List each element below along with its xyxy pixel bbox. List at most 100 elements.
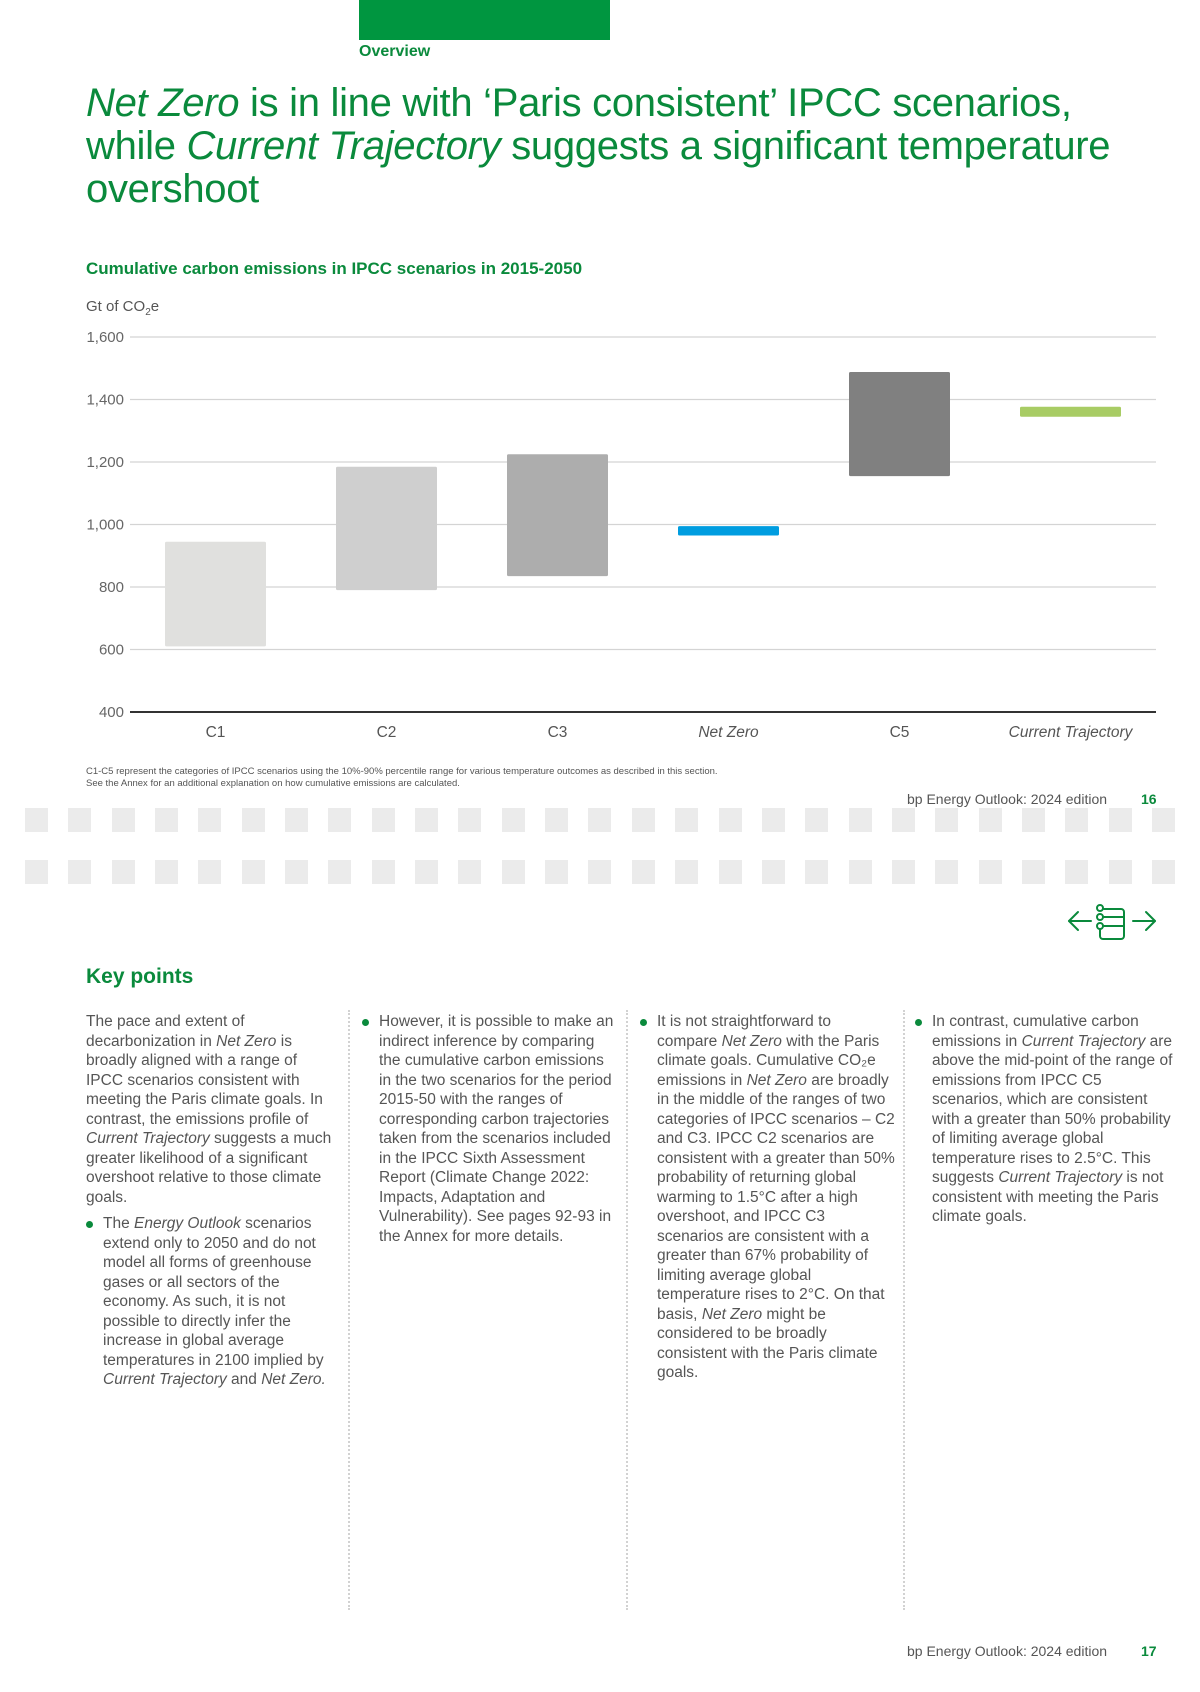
gridlines [130, 336, 1156, 713]
range-bar-c2 [336, 466, 437, 591]
separator-square [935, 808, 959, 832]
separator-square [631, 860, 655, 884]
separator-square [545, 808, 569, 832]
separator-square [761, 808, 785, 832]
x-tick-label: Current Trajectory [1009, 724, 1134, 741]
arrow-right-icon[interactable] [1132, 911, 1156, 931]
y-tick-label: 1,200 [86, 454, 124, 471]
separator-square [1108, 860, 1132, 884]
separator-square [501, 860, 525, 884]
chart-footnote: C1-C5 represent the categories of IPCC s… [86, 766, 886, 790]
separator-square [1021, 860, 1045, 884]
chart-title: Cumulative carbon emissions in IPCC scen… [86, 259, 583, 278]
separator-square [718, 808, 742, 832]
separator-square [415, 808, 439, 832]
separator-square [1108, 808, 1132, 832]
separator-square [328, 860, 352, 884]
x-tick-label: C2 [377, 724, 397, 741]
y-axis-tick-labels: 400 600 800 1,000 1,200 1,400 1,600 [86, 329, 124, 721]
separator-square [285, 860, 309, 884]
italic-text: Current Trajectory [86, 1130, 210, 1147]
separator-square [1151, 860, 1175, 884]
page-navigation [1066, 900, 1176, 942]
footer-publication-bottom: bp Energy Outlook: 2024 edition [907, 1643, 1108, 1659]
text-run: and [226, 1371, 262, 1388]
text-run: are above the mid-point of the range of … [932, 1032, 1173, 1187]
italic-text: Net Zero [746, 1071, 807, 1089]
x-tick-label: C3 [548, 724, 568, 741]
separator-square [198, 808, 222, 832]
separator-square [328, 808, 352, 832]
italic-text: Current Trajectory [998, 1169, 1123, 1186]
key-points-column-2: However, it is possible to make an indir… [362, 1012, 617, 1253]
x-tick-label: C5 [890, 724, 910, 741]
y-tick-label: 400 [99, 704, 124, 721]
separator-squares-row-2 [25, 860, 1175, 884]
separator-square [241, 808, 265, 832]
key-points-intro: The pace and extent of decarbonization i… [86, 1012, 336, 1207]
separator-square [935, 860, 959, 884]
range-bars [165, 372, 1121, 647]
text-run: However, it is possible to make an indir… [379, 1013, 614, 1245]
italic-text: Net Zero [721, 1032, 782, 1050]
footnote-line-1: C1-C5 represent the categories of IPCC s… [86, 766, 718, 777]
separator-square [891, 808, 915, 832]
separator-square [588, 860, 612, 884]
separator-square [111, 860, 135, 884]
separator-square [545, 860, 569, 884]
page-number-top: 16 [1141, 791, 1157, 807]
contents-list-icon[interactable] [1096, 904, 1125, 940]
column-divider [626, 1010, 628, 1610]
separator-square [1021, 808, 1045, 832]
x-tick-label: Net Zero [698, 724, 759, 741]
separator-square [501, 808, 525, 832]
range-bar-c3 [507, 454, 608, 577]
separator-square [848, 860, 872, 884]
separator-square [978, 808, 1002, 832]
separator-square [415, 860, 439, 884]
italic-text: Net Zero [701, 1305, 763, 1323]
separator-square [241, 860, 265, 884]
separator-square [761, 860, 785, 884]
separator-square [25, 860, 48, 884]
y-axis-unit-label: Gt of CO2e [86, 298, 159, 318]
range-bar-chart: 400 600 800 1,000 1,200 1,400 1,600 C1 C2 C3 Net … [86, 329, 1156, 741]
y-tick-label: 600 [99, 642, 124, 659]
footer-publication-top: bp Energy Outlook: 2024 edition [907, 791, 1108, 807]
italic-text: Net Zero. [261, 1371, 326, 1388]
y-tick-label: 800 [99, 579, 124, 596]
y-unit-main: Gt of CO [86, 298, 146, 315]
key-point-bullet: In contrast, cumulative carbon emissions… [915, 1012, 1175, 1227]
separator-square [371, 860, 395, 884]
separator-square [588, 808, 612, 832]
x-tick-label: C1 [206, 724, 226, 741]
separator-square [25, 808, 48, 832]
y-tick-label: 1,000 [86, 517, 124, 534]
separator-square [285, 808, 309, 832]
range-bar-c5 [849, 372, 950, 477]
text-run: are broadly in the middle of the ranges … [657, 1071, 895, 1323]
italic-text: Current Trajectory [103, 1371, 227, 1388]
separator-square [1151, 808, 1175, 832]
title-italic-net-zero: Net Zero [86, 81, 240, 125]
separator-square [675, 808, 699, 832]
page-title: Net Zero is in line with ‘Paris consiste… [86, 82, 1146, 211]
column-divider [348, 1010, 350, 1610]
range-bar-c1 [165, 541, 266, 647]
key-points-heading: Key points [86, 965, 194, 988]
y-tick-label: 1,600 [86, 329, 124, 346]
x-axis-category-labels: C1 C2 C3 Net Zero C5 Current Trajectory [206, 724, 1134, 741]
y-tick-label: 1,400 [86, 392, 124, 409]
separator-square [155, 860, 179, 884]
separator-square [891, 860, 915, 884]
separator-square [1065, 860, 1089, 884]
key-point-bullet: However, it is possible to make an indir… [362, 1012, 617, 1246]
separator-square [978, 860, 1002, 884]
separator-square [458, 860, 482, 884]
separator-square [68, 808, 92, 832]
key-point-bullet: It is not straightforward to compare Net… [640, 1012, 895, 1383]
range-bar-current-trajectory [1020, 406, 1121, 417]
arrow-left-icon[interactable] [1068, 911, 1092, 931]
text-run: scenarios extend only to 2050 and do not… [103, 1215, 324, 1369]
footnote-line-2: See the Annex for an additional explanat… [86, 778, 460, 789]
